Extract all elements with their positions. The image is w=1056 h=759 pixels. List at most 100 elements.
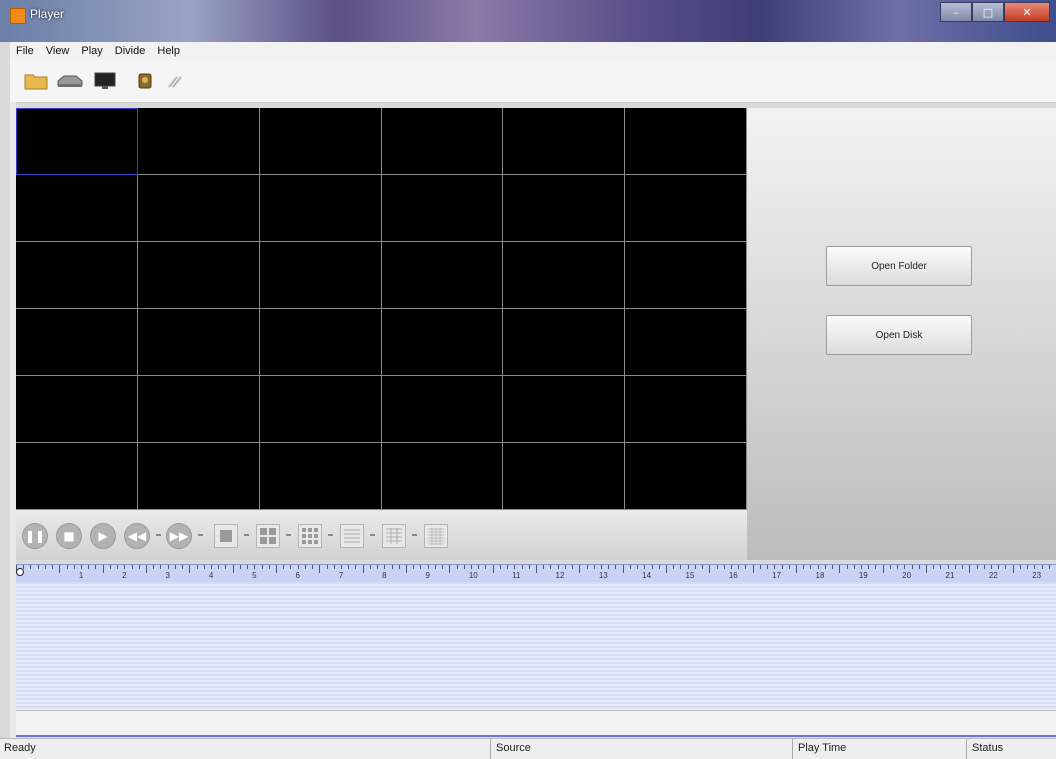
timeline-position-marker[interactable] — [16, 568, 24, 576]
minor-tick — [167, 565, 169, 569]
stop-button[interactable]: ■ — [56, 523, 82, 549]
minor-tick — [680, 565, 682, 569]
video-cell[interactable] — [16, 242, 138, 309]
minor-tick — [1041, 565, 1043, 569]
minor-tick — [37, 565, 39, 569]
minor-tick — [817, 565, 819, 569]
minor-tick — [846, 565, 848, 569]
hour-label: 10 — [468, 571, 478, 580]
menu-play[interactable]: Play — [75, 45, 108, 57]
hour-label: 2 — [122, 571, 127, 580]
open-disk-button[interactable]: Open Disk — [826, 315, 972, 355]
play-button[interactable]: ▶ — [90, 523, 116, 549]
video-cell[interactable] — [381, 443, 504, 510]
video-cell[interactable] — [137, 242, 260, 309]
video-cell[interactable] — [625, 108, 747, 175]
video-cell[interactable] — [16, 376, 138, 443]
minor-tick — [745, 565, 747, 569]
video-cell[interactable] — [137, 376, 260, 443]
video-cell[interactable] — [381, 309, 504, 376]
layout-1x1-button[interactable] — [214, 524, 238, 548]
minor-tick — [550, 565, 552, 569]
menu-view[interactable]: View — [40, 45, 76, 57]
video-cell[interactable] — [137, 108, 260, 175]
status-bar: Ready Source Play Time Status — [0, 738, 1056, 759]
video-cell[interactable] — [137, 443, 260, 510]
pause-button[interactable]: ❚❚ — [22, 523, 48, 549]
timeline-footer — [16, 710, 1056, 737]
minor-tick — [521, 565, 523, 569]
hour-tick — [449, 565, 451, 573]
minor-tick — [1005, 565, 1007, 569]
video-cell[interactable] — [16, 175, 138, 242]
minor-tick — [52, 565, 54, 569]
video-cell[interactable] — [503, 242, 626, 309]
video-cell[interactable] — [503, 443, 626, 510]
open-folder-button[interactable]: Open Folder — [826, 246, 972, 286]
hour-label: 12 — [555, 571, 565, 580]
minor-tick — [875, 565, 877, 569]
maximize-button[interactable]: □ — [972, 2, 1004, 22]
menu-file[interactable]: File — [10, 45, 40, 57]
video-cell[interactable] — [503, 309, 626, 376]
video-cell[interactable] — [259, 175, 382, 242]
hour-label: 22 — [988, 571, 998, 580]
video-cell[interactable] — [625, 175, 747, 242]
menu-divide[interactable]: Divide — [109, 45, 152, 57]
status-separator — [490, 739, 491, 759]
timeline-track[interactable] — [16, 582, 1056, 710]
video-cell[interactable] — [503, 376, 626, 443]
minor-tick — [153, 565, 155, 569]
video-cell[interactable] — [137, 175, 260, 242]
video-cell[interactable] — [16, 309, 138, 376]
layout-5x5-button[interactable] — [382, 524, 406, 548]
video-cell[interactable] — [16, 108, 138, 175]
status-separator — [966, 739, 967, 759]
rewind-button[interactable]: ◀◀ — [124, 523, 150, 549]
layout-2x2-button[interactable] — [256, 524, 280, 548]
layout-6x6-icon — [428, 528, 444, 545]
video-cell[interactable] — [259, 309, 382, 376]
video-cell[interactable] — [259, 443, 382, 510]
layout-5x5-icon — [386, 528, 402, 544]
video-cell[interactable] — [381, 242, 504, 309]
menu-help[interactable]: Help — [151, 45, 186, 57]
video-cell[interactable] — [381, 108, 504, 175]
video-cell[interactable] — [381, 175, 504, 242]
separator — [370, 534, 375, 536]
minor-tick — [124, 565, 126, 569]
video-cell[interactable] — [503, 175, 626, 242]
fast-forward-button[interactable]: ▶▶ — [166, 523, 192, 549]
disk-drive-icon[interactable] — [56, 72, 84, 90]
layout-3x3-button[interactable] — [298, 524, 322, 548]
right-panel: Open Folder Open Disk — [747, 108, 1056, 560]
video-cell[interactable] — [625, 242, 747, 309]
monitor-icon[interactable] — [94, 72, 116, 90]
hour-label: 4 — [208, 571, 214, 580]
video-cell[interactable] — [16, 443, 138, 510]
tools-icon[interactable] — [166, 72, 184, 90]
layout-6x6-button[interactable] — [424, 524, 448, 548]
video-cell[interactable] — [503, 108, 626, 175]
minor-tick — [781, 565, 783, 569]
video-cell[interactable] — [259, 376, 382, 443]
minimize-button[interactable]: – — [940, 2, 972, 22]
separator — [328, 534, 333, 536]
video-cell[interactable] — [625, 309, 747, 376]
camera-icon[interactable] — [136, 72, 154, 90]
video-cell[interactable] — [259, 242, 382, 309]
video-cell[interactable] — [381, 376, 504, 443]
folder-icon[interactable] — [24, 72, 48, 90]
video-cell[interactable] — [625, 376, 747, 443]
video-cell[interactable] — [137, 309, 260, 376]
minor-tick — [304, 565, 306, 569]
layout-4x4-button[interactable] — [340, 524, 364, 548]
minor-tick — [976, 565, 978, 569]
minor-tick — [312, 565, 314, 569]
close-button[interactable]: ✕ — [1004, 2, 1050, 22]
minor-tick — [731, 565, 732, 569]
minor-tick — [30, 565, 32, 569]
minor-tick — [333, 565, 335, 569]
video-cell[interactable] — [625, 443, 747, 510]
video-cell[interactable] — [259, 108, 382, 175]
